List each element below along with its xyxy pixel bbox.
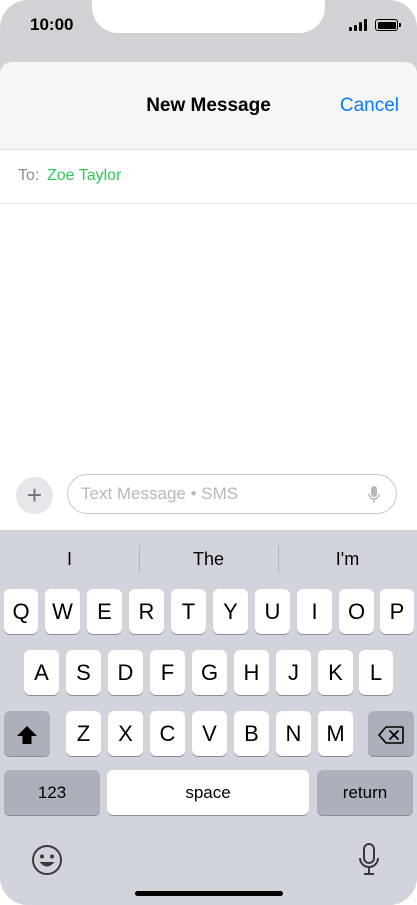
new-message-sheet: New Message Cancel To: Zoe Taylor + (0, 62, 417, 530)
key-p[interactable]: P (380, 589, 414, 634)
key-d[interactable]: D (108, 650, 143, 695)
key-c[interactable]: C (150, 711, 185, 756)
key-t[interactable]: T (171, 589, 206, 634)
key-i[interactable]: I (297, 589, 332, 634)
backspace-icon (378, 726, 404, 744)
key-j[interactable]: J (276, 650, 311, 695)
key-v[interactable]: V (192, 711, 227, 756)
key-b[interactable]: B (234, 711, 269, 756)
numbers-key[interactable]: 123 (4, 770, 100, 815)
phone-screen: 10:00 New Message Cancel To: Zoe Taylor … (0, 0, 417, 905)
key-e[interactable]: E (87, 589, 122, 634)
battery-icon (375, 19, 401, 31)
notch (92, 0, 325, 33)
key-q[interactable]: Q (4, 589, 38, 634)
status-time: 10:00 (30, 15, 74, 34)
navigation-bar: New Message Cancel (0, 62, 417, 150)
space-key[interactable]: space (107, 770, 309, 815)
key-u[interactable]: U (255, 589, 290, 634)
key-z[interactable]: Z (66, 711, 101, 756)
key-f[interactable]: F (150, 650, 185, 695)
cancel-button[interactable]: Cancel (340, 95, 399, 117)
add-icon: + (26, 480, 43, 510)
key-h[interactable]: H (234, 650, 269, 695)
compose-bar: + (0, 474, 417, 530)
suggestion-2[interactable]: The (139, 545, 278, 573)
signal-icon (349, 19, 369, 31)
recipient-field[interactable]: To: Zoe Taylor (0, 150, 417, 204)
keyboard: I The I'm Q W E R T Y U I O P A S D F G … (0, 530, 417, 905)
key-n[interactable]: N (276, 711, 311, 756)
to-label: To: (18, 167, 40, 184)
home-indicator[interactable] (135, 891, 283, 896)
key-a[interactable]: A (24, 650, 59, 695)
message-input[interactable] (81, 481, 351, 507)
status-bar: 10:00 (0, 0, 417, 62)
suggestion-1[interactable]: I (0, 545, 139, 573)
shift-key[interactable] (4, 711, 50, 756)
recipient-token[interactable]: Zoe Taylor (47, 167, 121, 185)
key-w[interactable]: W (45, 589, 80, 634)
shift-icon (17, 726, 37, 745)
microphone-icon[interactable] (368, 486, 380, 504)
message-field[interactable] (67, 474, 397, 514)
key-l[interactable]: L (359, 650, 393, 695)
return-key[interactable]: return (317, 770, 413, 815)
suggestion-3[interactable]: I'm (278, 545, 417, 573)
key-g[interactable]: G (192, 650, 227, 695)
key-o[interactable]: O (339, 589, 374, 634)
key-x[interactable]: X (108, 711, 143, 756)
backspace-key[interactable] (368, 711, 414, 756)
add-attachment-button[interactable]: + (16, 477, 53, 514)
key-m[interactable]: M (318, 711, 353, 756)
key-r[interactable]: R (129, 589, 164, 634)
dictation-icon[interactable] (358, 843, 380, 877)
key-s[interactable]: S (66, 650, 101, 695)
emoji-icon[interactable] (31, 844, 63, 876)
key-y[interactable]: Y (213, 589, 248, 634)
key-k[interactable]: K (318, 650, 353, 695)
